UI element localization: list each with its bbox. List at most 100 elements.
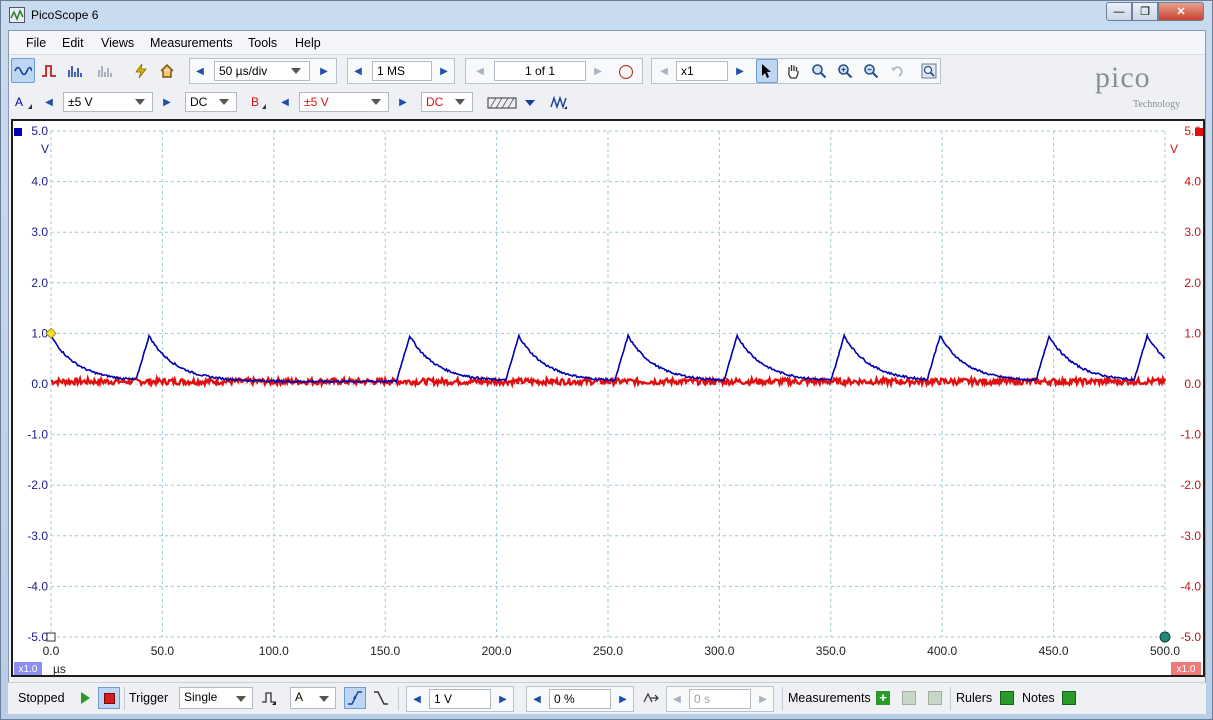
menu-file[interactable]: File xyxy=(26,36,46,50)
pico-logo-word: pico xyxy=(1095,61,1151,94)
advanced-trigger-button[interactable] xyxy=(258,687,280,709)
undo-zoom-button[interactable] xyxy=(886,59,908,83)
spectrum-mode-button[interactable] xyxy=(63,58,87,83)
delay-increase[interactable]: ▶ xyxy=(755,691,771,708)
trigger-label: Trigger xyxy=(129,691,169,705)
channel-a-options-icon[interactable] xyxy=(28,104,32,109)
channel-b-range-increase[interactable]: ▶ xyxy=(395,94,411,111)
zoom-next-button[interactable]: ▶ xyxy=(732,63,748,80)
menu-tools[interactable]: Tools xyxy=(248,36,277,50)
channel-options-button[interactable] xyxy=(483,90,521,115)
edit-measurement-button[interactable] xyxy=(898,687,920,709)
timebase-decrease-button[interactable]: ◀ xyxy=(192,63,208,80)
run-button[interactable] xyxy=(74,687,96,709)
rising-edge-button[interactable] xyxy=(344,687,366,709)
y-axis-unit-right: V xyxy=(1170,142,1178,156)
scope-mode-button[interactable] xyxy=(11,58,35,83)
channel-a-label[interactable]: A xyxy=(15,95,23,109)
menu-views[interactable]: Views xyxy=(101,36,134,50)
y-tick-label-left: 2.0 xyxy=(31,276,48,290)
trigger-channel-dropdown-icon[interactable] xyxy=(319,696,329,702)
notes-button[interactable] xyxy=(1058,687,1080,709)
channel-b-range-decrease[interactable]: ◀ xyxy=(277,94,293,111)
zoom-out-icon xyxy=(864,64,879,79)
samples-field[interactable]: 1 MS xyxy=(372,61,432,81)
signal-generator-button[interactable] xyxy=(547,90,571,115)
delay-field[interactable]: 0 s xyxy=(689,689,751,709)
channel-b-label[interactable]: B xyxy=(251,95,259,109)
scope-view[interactable]: 0.0 50.0 100.0 150.0 200.0 250.0 300.0 350.0 400… xyxy=(11,119,1205,677)
trigger-mode-dropdown-icon[interactable] xyxy=(236,696,246,702)
rulers-button[interactable] xyxy=(996,687,1018,709)
ruler-handle-right xyxy=(1159,631,1171,643)
samples-increase-button[interactable]: ▶ xyxy=(436,63,452,80)
channel-a-range-decrease[interactable]: ◀ xyxy=(41,94,57,111)
chevron-down-icon xyxy=(525,99,535,106)
menu-edit[interactable]: Edit xyxy=(62,36,84,50)
pretrigger-field[interactable]: 0 % xyxy=(549,689,611,709)
select-tool-button[interactable] xyxy=(756,59,778,83)
delay-decrease[interactable]: ◀ xyxy=(669,691,685,708)
menu-measurements[interactable]: Measurements xyxy=(150,36,233,50)
zoom-prev-button[interactable]: ◀ xyxy=(656,63,672,80)
y-axis-unit-left: V xyxy=(41,142,49,156)
channel-b-options-icon[interactable] xyxy=(262,104,266,109)
buffer-page-field[interactable]: 1 of 1 xyxy=(494,61,586,81)
y-tick-label-left: -2.0 xyxy=(27,478,48,492)
channel-a-coupling-dropdown-icon[interactable] xyxy=(219,99,229,105)
compass-icon xyxy=(618,64,634,79)
x-tick-label: 0.0 xyxy=(43,644,60,658)
pretrigger-control: ◀ 0 % ▶ xyxy=(526,686,634,712)
maximize-icon: ❐ xyxy=(1140,6,1150,18)
channel-a-coupling-select[interactable]: DC xyxy=(185,92,237,112)
channel-a-range-increase[interactable]: ▶ xyxy=(159,94,175,111)
channel-b-range-dropdown-icon[interactable] xyxy=(371,99,381,105)
zoom-field[interactable]: x1 xyxy=(676,61,728,81)
auto-setup-button[interactable] xyxy=(129,58,153,83)
timebase-dropdown-icon[interactable] xyxy=(291,68,301,74)
rulers-label: Rulers xyxy=(956,691,993,705)
spectrum-view-button[interactable] xyxy=(93,58,117,83)
maximize-button[interactable]: ❐ xyxy=(1132,2,1158,21)
zoom-overview-button[interactable] xyxy=(918,59,940,83)
post-trigger-delay-button[interactable] xyxy=(640,687,662,709)
x-axis-unit: µs xyxy=(53,662,66,675)
zoom-in-button[interactable] xyxy=(834,59,856,83)
zoom-tool-button[interactable] xyxy=(808,59,830,83)
default-setup-button[interactable] xyxy=(155,58,179,83)
falling-edge-button[interactable] xyxy=(370,687,392,709)
home-icon xyxy=(160,63,174,78)
delete-measurement-button[interactable] xyxy=(924,687,946,709)
channel-b-coupling-dropdown-icon[interactable] xyxy=(455,99,465,105)
samples-decrease-button[interactable]: ◀ xyxy=(350,63,366,80)
trigger-channel-select[interactable]: A xyxy=(290,687,336,709)
y-tick-label-left: -4.0 xyxy=(27,579,48,593)
trigger-level-decrease[interactable]: ◀ xyxy=(409,691,425,708)
close-button[interactable]: ✕ xyxy=(1158,2,1204,21)
scope-chart[interactable]: 0.0 50.0 100.0 150.0 200.0 250.0 300.0 350.0 400… xyxy=(13,121,1203,675)
channel-b-coupling-select[interactable]: DC xyxy=(421,92,473,112)
trigger-level-increase[interactable]: ▶ xyxy=(495,691,511,708)
y-tick-label-right: 1.0 xyxy=(1184,326,1201,340)
menu-help[interactable]: Help xyxy=(295,36,321,50)
channel-b-scale-text: x1.0 xyxy=(1177,664,1196,675)
channel-a-range-dropdown-icon[interactable] xyxy=(135,99,145,105)
zoom-out-button[interactable] xyxy=(860,59,882,83)
channel-options-dropdown[interactable] xyxy=(521,90,539,115)
x-tick-label: 150.0 xyxy=(370,644,400,658)
buffer-next-button[interactable]: ▶ xyxy=(590,63,606,80)
y-tick-label-right: 4.0 xyxy=(1184,175,1201,189)
buffer-overview-button[interactable] xyxy=(618,63,634,80)
persistence-mode-button[interactable] xyxy=(37,58,61,83)
stop-button[interactable] xyxy=(98,687,120,709)
pretrigger-decrease[interactable]: ◀ xyxy=(529,691,545,708)
minimize-button[interactable]: — xyxy=(1106,2,1132,21)
y-tick-label-left: -5.0 xyxy=(27,630,48,644)
pretrigger-increase[interactable]: ▶ xyxy=(615,691,631,708)
trigger-level-field[interactable]: 1 V xyxy=(429,689,491,709)
hand-tool-button[interactable] xyxy=(782,59,804,83)
play-icon xyxy=(80,692,90,704)
add-measurement-button[interactable]: + xyxy=(872,687,894,709)
buffer-prev-button[interactable]: ◀ xyxy=(472,63,488,80)
timebase-increase-button[interactable]: ▶ xyxy=(316,63,332,80)
